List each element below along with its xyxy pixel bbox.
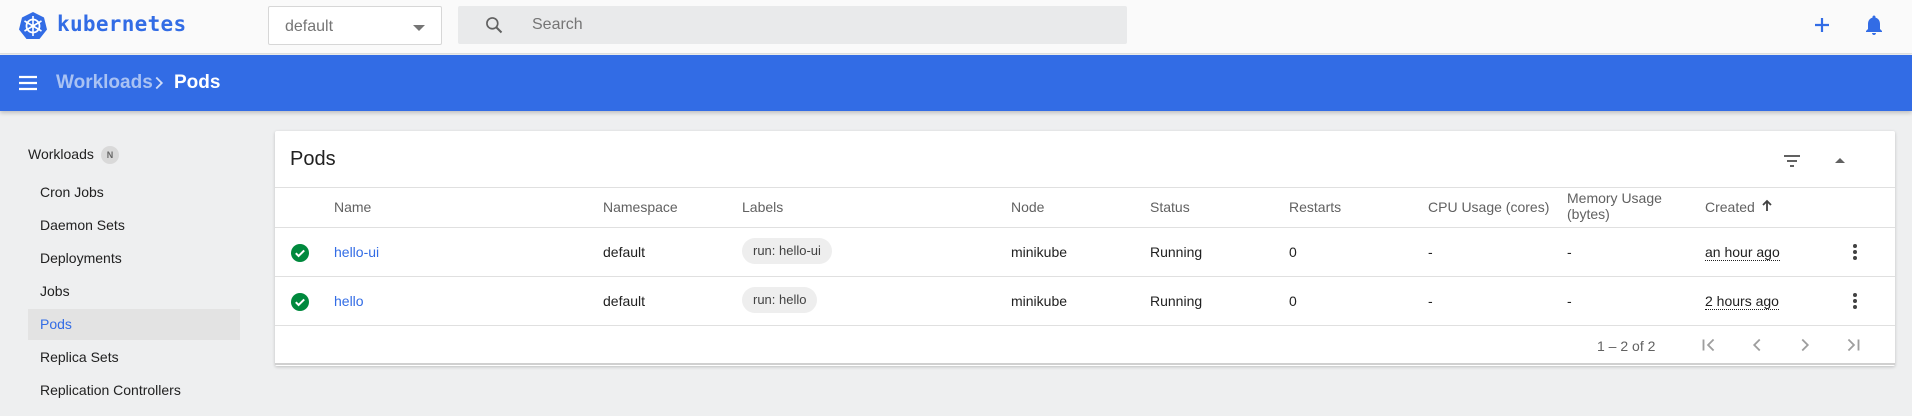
pod-status: Running [1150, 244, 1203, 260]
column-header-name[interactable]: Name [334, 199, 371, 215]
kubernetes-logo-icon[interactable] [18, 11, 48, 41]
more-vert-icon[interactable] [1852, 243, 1858, 261]
column-header-namespace[interactable]: Namespace [603, 199, 678, 215]
column-header-memory-usage-line2: (bytes) [1567, 206, 1610, 222]
search-bar [458, 6, 1127, 44]
chevron-up-icon[interactable] [1828, 149, 1852, 173]
divider [275, 276, 1895, 277]
sidebar-item-pods[interactable]: Pods [28, 309, 240, 340]
breadcrumb-bar: Workloads Pods [0, 55, 1912, 111]
more-vert-icon[interactable] [1852, 292, 1858, 310]
divider [275, 325, 1895, 326]
plus-icon[interactable] [1810, 13, 1834, 37]
pods-card: Pods Name Namespace Labels Node Status R… [275, 131, 1895, 366]
column-header-status[interactable]: Status [1150, 199, 1190, 215]
pod-created: 2 hours ago [1705, 293, 1779, 310]
sidebar-item-cron-jobs[interactable]: Cron Jobs [28, 177, 240, 208]
last-page-icon[interactable] [1842, 334, 1864, 356]
column-header-node[interactable]: Node [1011, 199, 1044, 215]
menu-icon[interactable] [16, 71, 40, 95]
sidebar-item-deployments[interactable]: Deployments [28, 243, 240, 274]
pod-restarts: 0 [1289, 244, 1297, 260]
pod-node: minikube [1011, 293, 1068, 309]
search-input[interactable] [532, 12, 1112, 38]
pod-memory-usage: - [1567, 244, 1572, 260]
sidebar-item-jobs[interactable]: Jobs [28, 276, 240, 307]
next-page-icon[interactable] [1794, 334, 1816, 356]
column-header-created[interactable]: Created [1705, 199, 1755, 215]
status-success-icon [291, 244, 309, 262]
column-header-labels[interactable]: Labels [742, 199, 783, 215]
namespace-select[interactable]: default [268, 6, 442, 45]
sidebar-section-workloads[interactable]: Workloads [28, 146, 94, 162]
pod-name-link[interactable]: hello-ui [334, 244, 379, 260]
card-bottom-edge [275, 363, 1895, 365]
pod-restarts: 0 [1289, 293, 1297, 309]
pod-created: an hour ago [1705, 244, 1780, 261]
dropdown-arrow-icon [413, 25, 425, 31]
sidebar-item-daemon-sets[interactable]: Daemon Sets [28, 210, 240, 241]
column-header-restarts[interactable]: Restarts [1289, 199, 1341, 215]
pod-memory-usage: - [1567, 293, 1572, 309]
column-header-cpu-usage[interactable]: CPU Usage (cores) [1428, 199, 1549, 215]
column-header-memory-usage-line1: Memory Usage [1567, 190, 1662, 206]
bell-icon[interactable] [1862, 13, 1886, 37]
label-chip: run: hello-ui [742, 238, 832, 264]
pod-cpu-usage: - [1428, 293, 1433, 309]
first-page-icon[interactable] [1698, 334, 1720, 356]
label-chip: run: hello [742, 287, 818, 313]
sidebar-item-replication-controllers[interactable]: Replication Controllers [28, 375, 240, 406]
divider [275, 187, 1895, 188]
pod-name-link[interactable]: hello [334, 293, 364, 309]
brand-name[interactable]: kubernetes [57, 12, 186, 36]
namespace-value: default [285, 18, 334, 35]
search-icon[interactable] [484, 15, 504, 35]
top-toolbar: kubernetes default [0, 0, 1912, 54]
pod-cpu-usage: - [1428, 244, 1433, 260]
breadcrumb-workloads[interactable]: Workloads [56, 72, 153, 94]
divider [275, 227, 1895, 228]
breadcrumb-pods: Pods [174, 72, 221, 93]
namespaced-badge: N [101, 146, 119, 164]
filter-icon[interactable] [1780, 149, 1804, 173]
sort-arrow-up-icon[interactable] [1760, 199, 1774, 213]
pod-status: Running [1150, 293, 1203, 309]
chevron-right-icon [155, 76, 164, 90]
pod-namespace: default [603, 293, 646, 309]
pod-namespace: default [603, 244, 646, 260]
status-success-icon [291, 293, 309, 311]
paginator-range: 1 – 2 of 2 [1597, 338, 1656, 354]
sidebar-item-replica-sets[interactable]: Replica Sets [28, 342, 240, 373]
pod-node: minikube [1011, 244, 1068, 260]
card-title: Pods [290, 148, 336, 170]
column-header-memory-usage[interactable]: Memory Usage (bytes) [1567, 190, 1662, 222]
previous-page-icon[interactable] [1746, 334, 1768, 356]
